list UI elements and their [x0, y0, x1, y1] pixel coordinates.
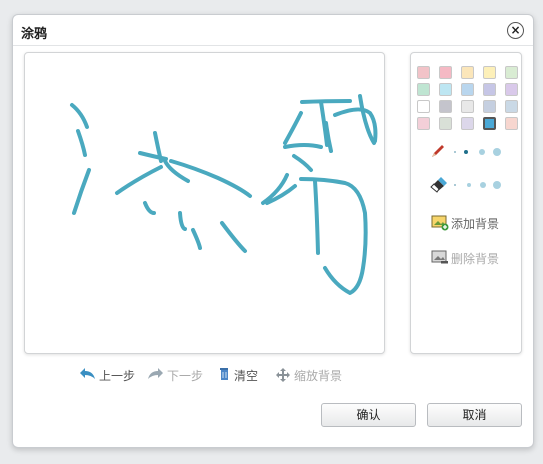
clear-label: 清空	[234, 369, 259, 383]
brush-size-4[interactable]	[493, 148, 501, 156]
color-swatch[interactable]	[417, 66, 430, 79]
color-swatch[interactable]	[505, 100, 518, 113]
doodle-dialog: 涂鸦 × 添加背景 删除背景 上一步 下一步 清空 缩放背景 确认 取消	[12, 14, 534, 448]
color-swatch[interactable]	[483, 117, 496, 130]
trash-icon	[220, 368, 228, 380]
move-arrows-icon	[276, 368, 290, 382]
add-background-button[interactable]: 添加背景	[431, 214, 516, 232]
remove-image-icon	[431, 250, 448, 264]
remove-background-label: 删除背景	[451, 252, 500, 266]
color-swatch[interactable]	[417, 83, 430, 96]
eraser-size-row	[429, 174, 509, 196]
color-swatch[interactable]	[505, 83, 518, 96]
color-swatch[interactable]	[483, 83, 496, 96]
add-image-icon	[431, 215, 449, 231]
eraser-size-2[interactable]	[467, 183, 471, 187]
color-swatch[interactable]	[417, 100, 430, 113]
color-swatch[interactable]	[461, 66, 474, 79]
eraser-size-4[interactable]	[493, 181, 501, 189]
undo-label: 上一步	[99, 369, 136, 383]
dialog-titlebar: 涂鸦 ×	[13, 15, 533, 46]
color-swatch[interactable]	[417, 117, 430, 130]
eraser-size-1[interactable]	[454, 184, 456, 186]
color-swatch[interactable]	[483, 66, 496, 79]
eraser-size-3[interactable]	[480, 182, 486, 188]
color-swatch[interactable]	[483, 100, 496, 113]
drawing-canvas[interactable]	[24, 52, 385, 354]
clear-button[interactable]: 清空	[217, 365, 267, 385]
color-swatch[interactable]	[439, 83, 452, 96]
redo-arrow-icon	[148, 368, 163, 379]
eraser-icon[interactable]	[429, 175, 447, 193]
pencil-icon[interactable]	[429, 142, 447, 160]
color-swatch[interactable]	[461, 83, 474, 96]
undo-button[interactable]: 上一步	[79, 365, 139, 385]
dialog-title: 涂鸦	[21, 27, 48, 42]
color-swatch[interactable]	[505, 117, 518, 130]
scale-background-label: 缩放背景	[294, 369, 343, 383]
confirm-button[interactable]: 确认	[321, 403, 416, 427]
remove-background-button[interactable]: 删除背景	[431, 249, 516, 267]
tools-panel: 添加背景 删除背景	[410, 52, 522, 354]
brush-size-row	[429, 141, 509, 163]
brush-size-2[interactable]	[464, 150, 468, 154]
color-swatch[interactable]	[505, 66, 518, 79]
color-swatch[interactable]	[461, 117, 474, 130]
brush-size-3[interactable]	[479, 149, 485, 155]
add-background-label: 添加背景	[451, 217, 500, 231]
color-swatch[interactable]	[439, 66, 452, 79]
brush-size-1[interactable]	[454, 151, 456, 153]
color-swatch[interactable]	[439, 100, 452, 113]
color-swatch[interactable]	[461, 100, 474, 113]
scale-background-button[interactable]: 缩放背景	[275, 365, 345, 385]
close-icon: ×	[510, 23, 521, 37]
color-swatch[interactable]	[439, 117, 452, 130]
redo-label: 下一步	[167, 369, 204, 383]
doodle-strokes	[70, 94, 378, 295]
cancel-button[interactable]: 取消	[427, 403, 522, 427]
redo-button[interactable]: 下一步	[147, 365, 207, 385]
close-button[interactable]: ×	[507, 22, 524, 39]
undo-arrow-icon	[80, 368, 95, 379]
